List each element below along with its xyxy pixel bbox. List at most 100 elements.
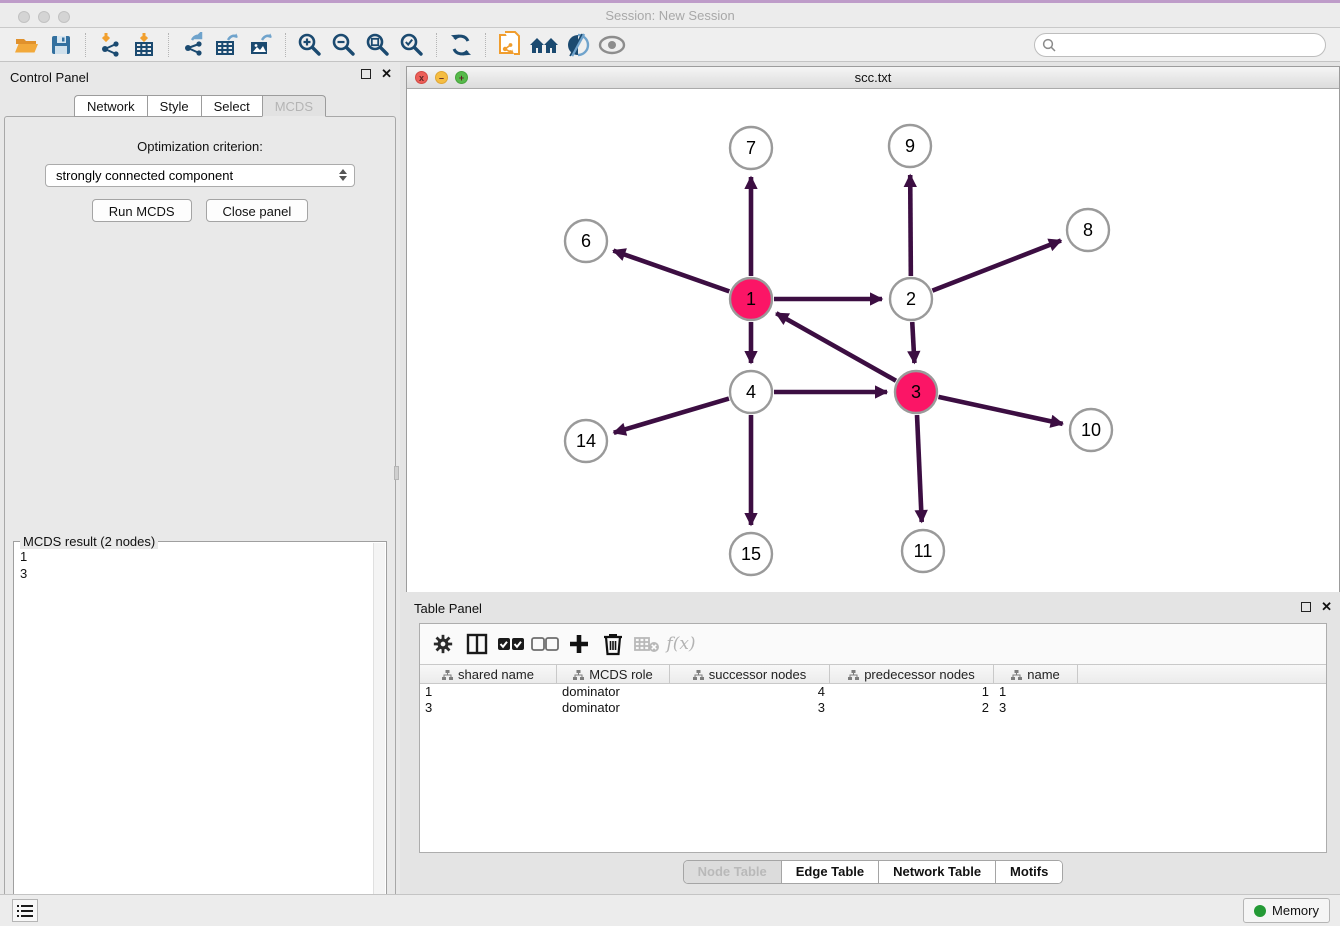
table-tab-network-table[interactable]: Network Table — [879, 861, 996, 883]
network-window: x – + scc.txt 7 9 6 8 1 2 4 3 14 10 15 11 — [406, 66, 1340, 592]
table-cell[interactable]: dominator — [557, 700, 670, 716]
close-table-panel-icon[interactable]: ✕ — [1321, 602, 1332, 612]
refresh-icon[interactable] — [444, 31, 478, 59]
node-2[interactable]: 2 — [890, 278, 932, 320]
search-input[interactable] — [1034, 33, 1326, 57]
import-table-icon[interactable] — [127, 31, 161, 59]
table-cell[interactable]: 3 — [994, 700, 1078, 716]
table-tab-node-table[interactable]: Node Table — [684, 861, 782, 883]
float-table-panel-icon[interactable] — [1301, 602, 1311, 612]
export-image-icon[interactable] — [244, 31, 278, 59]
zoom-out-icon[interactable] — [327, 31, 361, 59]
node-7[interactable]: 7 — [730, 127, 772, 169]
table-cell[interactable]: 1 — [994, 684, 1078, 700]
float-panel-icon[interactable] — [361, 69, 371, 79]
tab-style[interactable]: Style — [147, 95, 201, 117]
edge-2-3[interactable] — [912, 322, 914, 363]
deselect-all-icon[interactable] — [530, 629, 560, 659]
table-tab-motifs[interactable]: Motifs — [996, 861, 1062, 883]
table-cell[interactable]: 3 — [670, 700, 830, 716]
tab-select[interactable]: Select — [201, 95, 262, 117]
hierarchy-icon — [693, 670, 704, 680]
table-cell[interactable]: dominator — [557, 684, 670, 700]
toggle-graphics-details-icon[interactable] — [561, 31, 595, 59]
table-cell[interactable]: 4 — [670, 684, 830, 700]
tab-network[interactable]: Network — [74, 95, 147, 117]
memory-status-icon — [1254, 905, 1266, 917]
table-cell[interactable]: 1 — [830, 684, 994, 700]
import-network-icon[interactable] — [93, 31, 127, 59]
svg-text:15: 15 — [741, 544, 761, 564]
network-window-title: scc.txt — [407, 70, 1339, 85]
node-8[interactable]: 8 — [1067, 209, 1109, 251]
close-panel-icon[interactable]: ✕ — [381, 69, 392, 79]
criterion-select[interactable]: strongly connected component — [45, 164, 355, 187]
column-header-predecessor-nodes[interactable]: predecessor nodes — [830, 665, 994, 684]
edge-2-9[interactable] — [910, 175, 911, 276]
control-panel-tabs: NetworkStyleSelectMCDS — [0, 95, 400, 117]
optimization-criterion-label: Optimization criterion: — [5, 139, 395, 154]
node-table: shared nameMCDS rolesuccessor nodesprede… — [420, 664, 1326, 716]
edge-3-1[interactable] — [776, 313, 896, 380]
mcds-result-scrollbar[interactable] — [373, 543, 385, 915]
show-hide-icon[interactable] — [595, 31, 629, 59]
table-row[interactable]: 3dominator323 — [420, 700, 1326, 716]
new-network-from-selection-icon[interactable] — [493, 31, 527, 59]
table-cell[interactable]: 3 — [420, 700, 557, 716]
node-3[interactable]: 3 — [895, 371, 937, 413]
edge-1-6[interactable] — [613, 251, 729, 292]
network-canvas[interactable]: 7 9 6 8 1 2 4 3 14 10 15 11 — [407, 89, 1339, 592]
node-14[interactable]: 14 — [565, 420, 607, 462]
svg-text:11: 11 — [914, 541, 933, 561]
export-table-icon[interactable] — [210, 31, 244, 59]
control-panel-title: Control Panel — [10, 70, 89, 85]
network-window-titlebar[interactable]: x – + scc.txt — [407, 67, 1339, 89]
table-row[interactable]: 1dominator411 — [420, 684, 1326, 700]
column-header-shared-name[interactable]: shared name — [420, 665, 557, 684]
node-6[interactable]: 6 — [565, 220, 607, 262]
run-mcds-button[interactable]: Run MCDS — [92, 199, 192, 222]
svg-text:6: 6 — [581, 231, 591, 251]
node-table-container: f(x) shared nameMCDS rolesuccessor nodes… — [419, 623, 1327, 853]
zoom-in-icon[interactable] — [293, 31, 327, 59]
save-session-icon[interactable] — [44, 31, 78, 59]
edge-4-14[interactable] — [614, 399, 729, 433]
vertical-splitter-handle[interactable] — [394, 466, 399, 480]
settings-icon[interactable] — [428, 629, 458, 659]
open-session-icon[interactable] — [10, 31, 44, 59]
node-4[interactable]: 4 — [730, 371, 772, 413]
select-all-icon[interactable] — [496, 629, 526, 659]
add-row-icon[interactable] — [564, 629, 594, 659]
edge-3-10[interactable] — [938, 397, 1062, 424]
workspace: x – + scc.txt 7968124314101511 Table Pan… — [400, 62, 1340, 894]
node-10[interactable]: 10 — [1070, 409, 1112, 451]
task-history-button[interactable] — [12, 899, 38, 922]
column-header-successor-nodes[interactable]: successor nodes — [670, 665, 830, 684]
table-cell[interactable]: 1 — [420, 684, 557, 700]
node-table-rows: 1dominator4113dominator323 — [420, 684, 1326, 716]
zoom-fit-icon[interactable] — [361, 31, 395, 59]
edge-3-11[interactable] — [917, 415, 922, 522]
mcds-result-text[interactable]: 1 3 — [16, 548, 372, 914]
column-header-MCDS-role[interactable]: MCDS role — [557, 665, 670, 684]
delete-table-icon — [632, 629, 662, 659]
node-1[interactable]: 1 — [730, 278, 772, 320]
svg-text:9: 9 — [905, 136, 915, 156]
column-visibility-icon[interactable] — [462, 629, 492, 659]
first-neighbors-icon[interactable] — [527, 31, 561, 59]
node-9[interactable]: 9 — [889, 125, 931, 167]
column-header-name[interactable]: name — [994, 665, 1078, 684]
delete-row-icon[interactable] — [598, 629, 628, 659]
node-15[interactable]: 15 — [730, 533, 772, 575]
zoom-selected-icon[interactable] — [395, 31, 429, 59]
edge-2-8[interactable] — [932, 241, 1061, 291]
table-tab-edge-table[interactable]: Edge Table — [782, 861, 879, 883]
export-network-icon[interactable] — [176, 31, 210, 59]
memory-button[interactable]: Memory — [1243, 898, 1330, 923]
table-panel-header: Table Panel ✕ — [406, 595, 1340, 621]
node-11[interactable]: 11 — [902, 530, 944, 572]
tab-mcds[interactable]: MCDS — [262, 95, 326, 117]
close-panel-button[interactable]: Close panel — [206, 199, 309, 222]
mcds-result-title: MCDS result (2 nodes) — [20, 534, 158, 549]
table-cell[interactable]: 2 — [830, 700, 994, 716]
